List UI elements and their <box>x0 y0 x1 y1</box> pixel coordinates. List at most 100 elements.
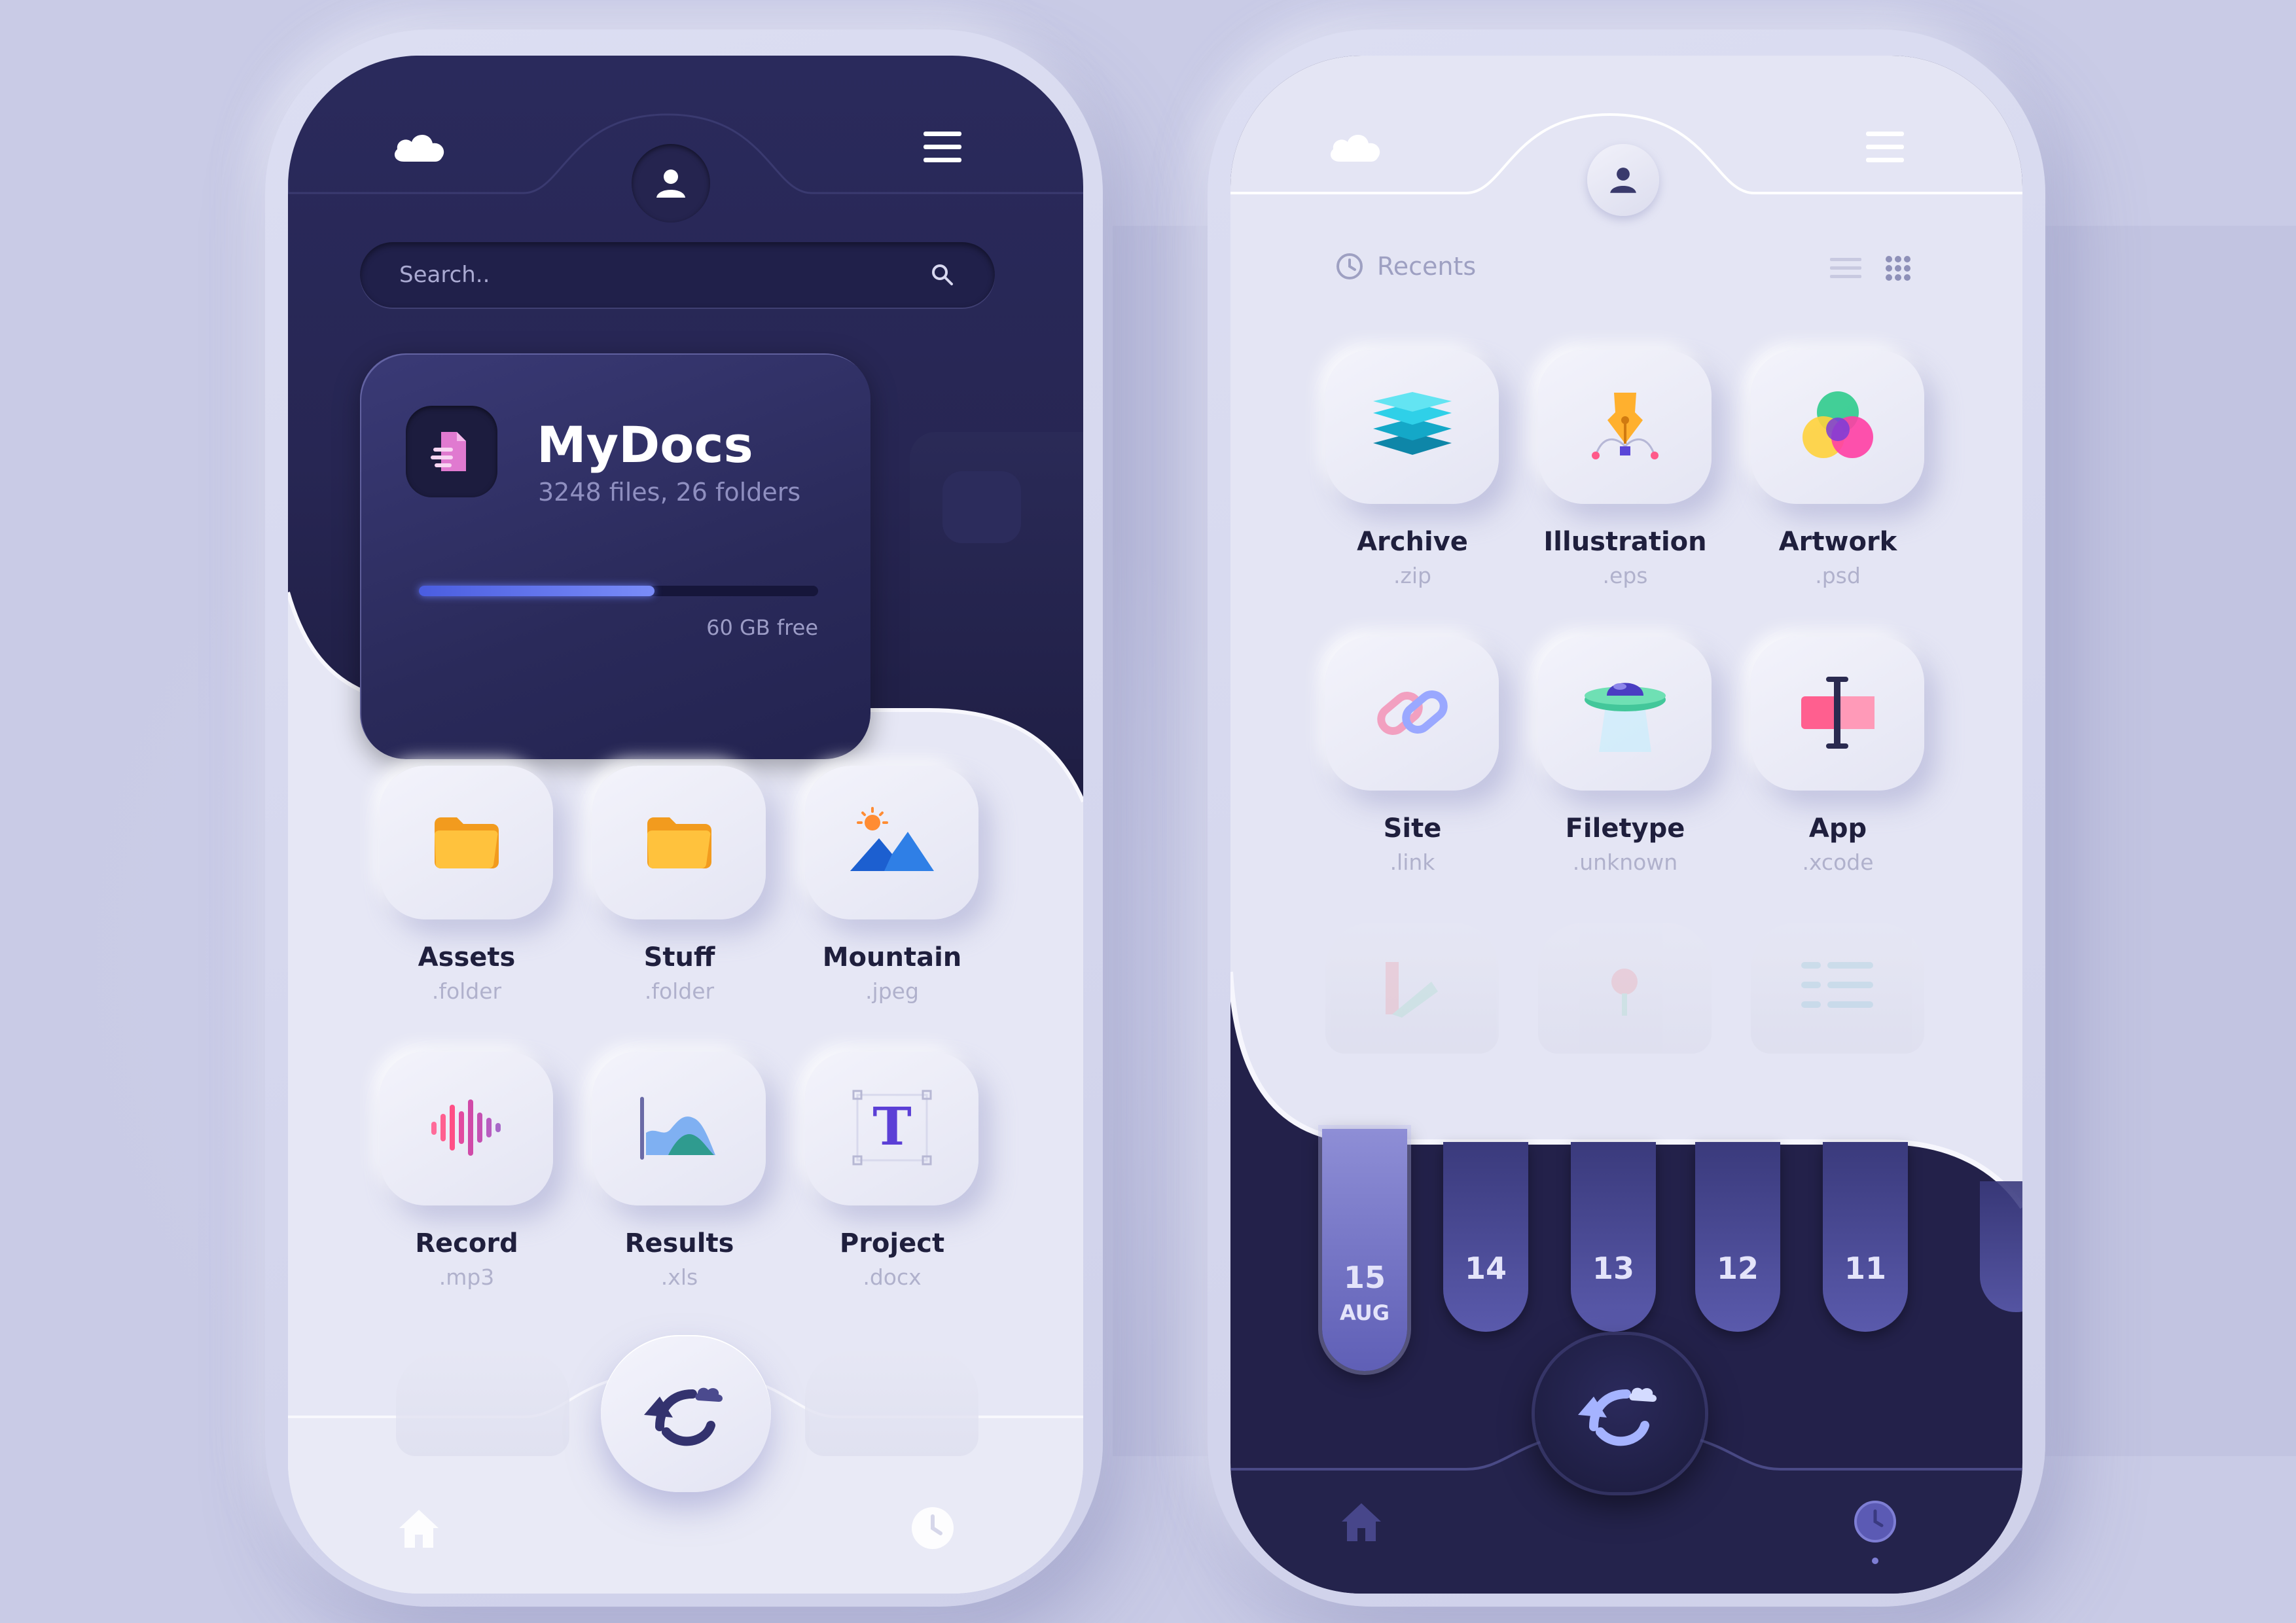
date-day: 14 <box>1464 1251 1507 1286</box>
search-input[interactable]: Search.. <box>360 242 995 308</box>
profile-avatar[interactable] <box>632 144 710 223</box>
file-name: Results <box>624 1228 734 1258</box>
file-name: Site <box>1383 813 1442 844</box>
svg-text:T: T <box>872 1096 912 1157</box>
file-tile-filetype[interactable] <box>1538 637 1712 791</box>
drive-title: MyDocs <box>537 416 753 474</box>
color-circles-icon <box>1792 383 1884 471</box>
file-name: Mountain <box>822 942 962 972</box>
search-icon[interactable] <box>929 262 956 288</box>
drive-subtitle: 3248 files, 26 folders <box>538 478 801 507</box>
link-icon <box>1370 670 1455 758</box>
file-tile-app[interactable] <box>1751 637 1924 791</box>
file-extension: .folder <box>644 978 715 1004</box>
file-tile-faded <box>1325 923 1499 1054</box>
date-item[interactable]: 15 AUG <box>1322 1129 1407 1371</box>
phone-right-screen: Recents Archive .zip Illustration .eps Artwo… <box>1230 56 2022 1594</box>
recents-title: Recents <box>1377 252 1477 281</box>
text-document-icon: T <box>850 1088 935 1169</box>
file-tile-faded <box>805 1351 978 1456</box>
file-tile-faded <box>1538 923 1712 1054</box>
file-extension: .jpeg <box>865 978 919 1004</box>
ufo-icon <box>1579 667 1671 761</box>
file-extension: .docx <box>863 1264 922 1290</box>
phone-left-screen: Search.. MyDocs 3248 files, 26 folders 6… <box>288 56 1083 1594</box>
list-icon <box>1801 962 1873 1008</box>
profile-avatar[interactable] <box>1587 144 1659 216</box>
file-tile-results[interactable] <box>592 1052 766 1205</box>
date-item[interactable]: 12 <box>1695 1142 1780 1332</box>
file-name: Stuff <box>643 942 715 972</box>
clock-icon[interactable] <box>900 1495 965 1561</box>
folder-icon <box>431 812 503 874</box>
layers-icon <box>1367 387 1458 468</box>
cloud-upload-icon <box>1578 1387 1657 1446</box>
file-name: Record <box>415 1228 518 1258</box>
swatch-icon <box>1386 962 1438 1018</box>
upload-button[interactable] <box>1535 1335 1705 1492</box>
file-tile-record[interactable] <box>380 1052 553 1205</box>
file-tile-illustration[interactable] <box>1538 350 1712 504</box>
file-name: Filetype <box>1565 813 1685 844</box>
file-extension: .zip <box>1393 563 1431 588</box>
date-pill-partial <box>1980 1181 2022 1312</box>
hamburger-menu-icon[interactable] <box>916 121 969 173</box>
file-extension: .mp3 <box>439 1264 495 1290</box>
file-tile-archive[interactable] <box>1325 350 1499 504</box>
date-item[interactable]: 11 <box>1823 1142 1908 1332</box>
home-icon[interactable] <box>1329 1489 1394 1554</box>
recents-header: Recents <box>1335 252 1476 281</box>
flower-icon <box>1611 969 1638 1016</box>
file-extension: .unknown <box>1572 849 1678 875</box>
file-extension: .xcode <box>1802 849 1874 875</box>
file-tile-mountain[interactable] <box>805 766 978 919</box>
file-tile-assets[interactable] <box>380 766 553 919</box>
active-indicator-dot <box>1872 1558 1878 1564</box>
file-name: Archive <box>1357 527 1468 557</box>
file-extension: .eps <box>1602 563 1648 588</box>
file-name: App <box>1808 813 1867 844</box>
mydocs-drive-card[interactable]: MyDocs 3248 files, 26 folders 60 GB free <box>360 353 870 759</box>
search-placeholder: Search.. <box>399 262 490 288</box>
storage-free-label: 60 GB free <box>706 615 818 640</box>
file-tile-stuff[interactable] <box>592 766 766 919</box>
date-day: 13 <box>1592 1251 1634 1286</box>
mountain-image-icon <box>846 806 938 880</box>
file-extension: .xls <box>660 1264 698 1290</box>
file-tile-site[interactable] <box>1325 637 1499 791</box>
file-name: Assets <box>418 942 516 972</box>
date-day: 12 <box>1716 1251 1759 1286</box>
document-icon <box>406 406 497 497</box>
file-tile-artwork[interactable] <box>1751 350 1924 504</box>
storage-progress-fill <box>419 586 655 596</box>
hamburger-menu-icon[interactable] <box>1859 121 1911 173</box>
date-day: 11 <box>1844 1251 1886 1286</box>
grid-view-icon[interactable] <box>1878 252 1918 285</box>
date-item[interactable]: 13 <box>1571 1142 1656 1332</box>
home-icon[interactable] <box>386 1495 452 1561</box>
folder-icon <box>643 812 715 874</box>
area-chart-icon <box>637 1095 722 1163</box>
text-cursor-icon <box>1792 670 1884 758</box>
list-view-icon[interactable] <box>1826 252 1865 285</box>
clock-icon[interactable] <box>1842 1489 1908 1554</box>
file-name: Artwork <box>1778 527 1897 557</box>
pen-tool-icon <box>1583 383 1668 471</box>
file-tile-project[interactable]: T <box>805 1052 978 1205</box>
file-tile-faded <box>396 1351 569 1456</box>
date-item[interactable]: 14 <box>1443 1142 1528 1332</box>
file-extension: .psd <box>1815 563 1861 588</box>
date-day: 15 <box>1343 1260 1386 1295</box>
cloud-icon[interactable] <box>386 121 452 173</box>
cloud-icon[interactable] <box>1322 121 1388 173</box>
file-name: Project <box>839 1228 945 1258</box>
file-tile-faded <box>1751 923 1924 1054</box>
file-name: Illustration <box>1543 527 1707 557</box>
file-extension: .folder <box>431 978 502 1004</box>
upload-button[interactable] <box>601 1335 771 1492</box>
soundwave-icon <box>427 1098 506 1160</box>
storage-progress-bar <box>419 586 818 596</box>
cloud-upload-icon <box>644 1387 723 1446</box>
file-extension: .link <box>1390 849 1435 875</box>
date-month: AUG <box>1339 1300 1390 1325</box>
